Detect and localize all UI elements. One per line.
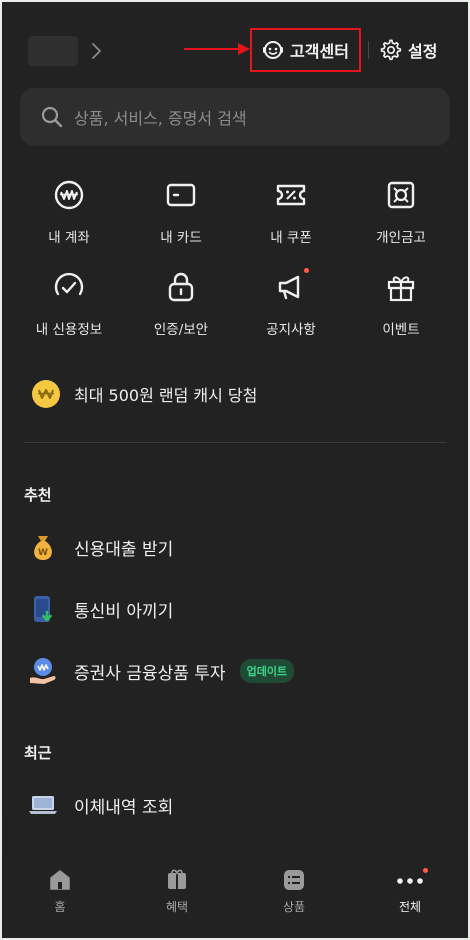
nav-all-menu[interactable]: 전체 xyxy=(370,868,450,915)
promo-text: 최대 500원 랜덤 캐시 당첨 xyxy=(74,386,258,405)
section-divider xyxy=(24,442,446,443)
account-won-icon xyxy=(54,180,84,210)
settings-label: 설정 xyxy=(408,42,438,61)
nav-home-label: 홈 xyxy=(54,900,66,914)
invest-hand-icon xyxy=(30,658,56,684)
quick-menu-label: 개인금고 xyxy=(376,230,426,246)
all-menu-notification-dot xyxy=(423,868,428,873)
chevron-right-icon[interactable] xyxy=(88,40,104,62)
laptop-icon xyxy=(29,796,57,814)
quick-menu-notices[interactable]: 공지사항 xyxy=(236,268,346,338)
quick-menu-label: 내 신용정보 xyxy=(35,322,103,338)
quick-menu-auth-security[interactable]: 인증/보안 xyxy=(126,270,236,338)
nav-all-menu-label: 전체 xyxy=(398,900,422,914)
quick-menu-personal-safe[interactable]: 개인금고 xyxy=(346,178,456,246)
profile-name-redacted[interactable] xyxy=(28,36,78,66)
search-icon xyxy=(41,106,63,128)
megaphone-icon xyxy=(278,275,300,300)
recent-section-title: 최근 xyxy=(24,744,52,762)
recommend-save-phone-bill[interactable]: 통신비 아끼기 xyxy=(26,592,173,626)
quick-menu-events[interactable]: 이벤트 xyxy=(346,270,456,338)
notice-notification-dot xyxy=(304,268,309,273)
nav-products[interactable]: 상품 xyxy=(254,868,334,915)
coin-icon xyxy=(32,380,60,408)
phone-save-icon xyxy=(34,596,52,622)
megaphone-icon-wrap xyxy=(274,268,309,304)
cash-promo-banner[interactable]: 최대 500원 랜덤 캐시 당첨 xyxy=(32,380,257,408)
gift-icon xyxy=(387,276,415,302)
recommend-section-title: 추천 xyxy=(24,486,52,504)
nav-benefits[interactable]: 혜택 xyxy=(137,868,217,915)
quick-menu-my-card[interactable]: 내 카드 xyxy=(126,178,236,246)
quick-menu-label: 공지사항 xyxy=(266,322,316,338)
headset-smile-icon xyxy=(263,41,284,59)
recommend-item-label: 증권사 금융상품 투자 xyxy=(74,663,226,684)
more-dots-icon xyxy=(397,878,423,884)
recent-item-label: 이체내역 조회 xyxy=(74,797,174,818)
recent-transfer-history[interactable]: 이체내역 조회 xyxy=(26,788,173,822)
svg-text:W: W xyxy=(38,548,48,558)
recommend-item-label: 신용대출 받기 xyxy=(74,539,174,560)
gear-icon xyxy=(380,39,402,61)
more-dots-icon-wrap xyxy=(395,868,428,892)
card-icon xyxy=(166,183,196,207)
nav-home[interactable]: 홈 xyxy=(20,868,100,915)
customer-center-button[interactable]: 고객센터 xyxy=(250,28,361,72)
quick-menu-label: 내 계좌 xyxy=(48,230,90,246)
nav-benefits-label: 혜택 xyxy=(165,900,189,914)
annotation-arrow xyxy=(184,43,250,55)
home-icon xyxy=(50,870,70,890)
recommend-broker-invest[interactable]: 증권사 금융상품 투자 업데이트 xyxy=(26,654,295,688)
header-divider xyxy=(368,41,369,59)
settings-button[interactable]: 설정 xyxy=(380,36,437,64)
search-placeholder: 상품, 서비스, 증명서 검색 xyxy=(74,109,247,128)
coupon-icon xyxy=(276,184,306,206)
quick-menu-my-coupon[interactable]: 내 쿠폰 xyxy=(236,178,346,246)
money-bag-icon: W xyxy=(34,536,52,560)
recommend-credit-loan[interactable]: W 신용대출 받기 xyxy=(26,530,173,564)
recommend-item-label: 통신비 아끼기 xyxy=(74,601,174,622)
bottom-navigation: 홈 혜택 상품 전체 xyxy=(2,858,468,938)
quick-menu-credit-info[interactable]: 내 신용정보 xyxy=(14,270,124,338)
products-icon xyxy=(284,870,304,890)
quick-menu-label: 인증/보안 xyxy=(153,322,209,338)
nav-products-label: 상품 xyxy=(282,900,306,914)
credit-gauge-icon xyxy=(54,272,84,296)
safe-icon xyxy=(387,181,415,209)
screen: 고객센터 설정 상품, 서비스, 증명서 검색 내 계좌 내 카드 내 쿠폰 개… xyxy=(2,2,468,938)
benefit-icon xyxy=(168,869,186,889)
quick-menu-label: 내 쿠폰 xyxy=(270,230,312,246)
quick-menu-label: 내 카드 xyxy=(160,230,202,246)
search-input[interactable]: 상품, 서비스, 증명서 검색 xyxy=(20,88,450,146)
quick-menu-my-account[interactable]: 내 계좌 xyxy=(14,178,124,246)
quick-menu-label: 이벤트 xyxy=(382,322,420,338)
lock-icon xyxy=(168,272,194,302)
customer-center-label: 고객센터 xyxy=(290,42,349,61)
update-badge: 업데이트 xyxy=(239,659,295,683)
